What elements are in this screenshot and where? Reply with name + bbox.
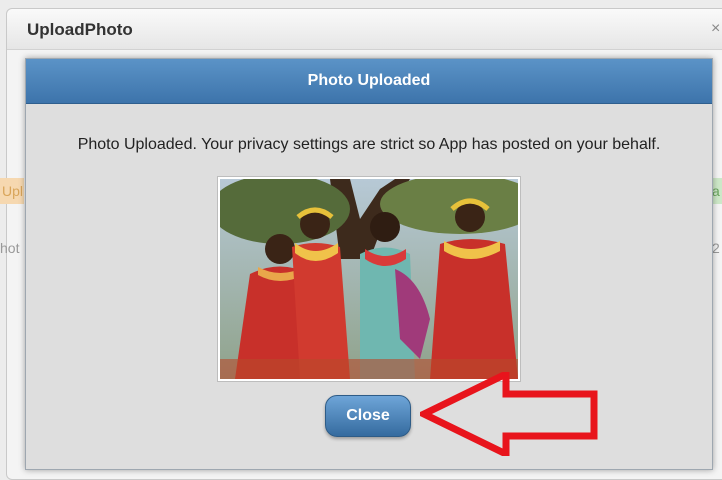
background-tab-right: a (712, 178, 722, 204)
outer-title-bar: UploadPhoto × (7, 9, 722, 50)
close-button[interactable]: Close (325, 395, 411, 437)
background-tab-left: Upl (0, 178, 24, 204)
background-text-right: 2 (712, 240, 720, 256)
photo-uploaded-dialog: Photo Uploaded Photo Uploaded. Your priv… (25, 58, 713, 470)
arrow-left-icon (420, 372, 598, 456)
window-close-icon[interactable]: × (711, 20, 720, 38)
dialog-title: Photo Uploaded (307, 72, 431, 89)
background-text-left: hot (0, 240, 20, 256)
photo-image (220, 179, 518, 379)
dialog-header: Photo Uploaded (26, 59, 712, 104)
window-title: UploadPhoto (27, 20, 133, 39)
dialog-message: Photo Uploaded. Your privacy settings ar… (77, 136, 661, 153)
uploaded-photo (217, 176, 521, 382)
